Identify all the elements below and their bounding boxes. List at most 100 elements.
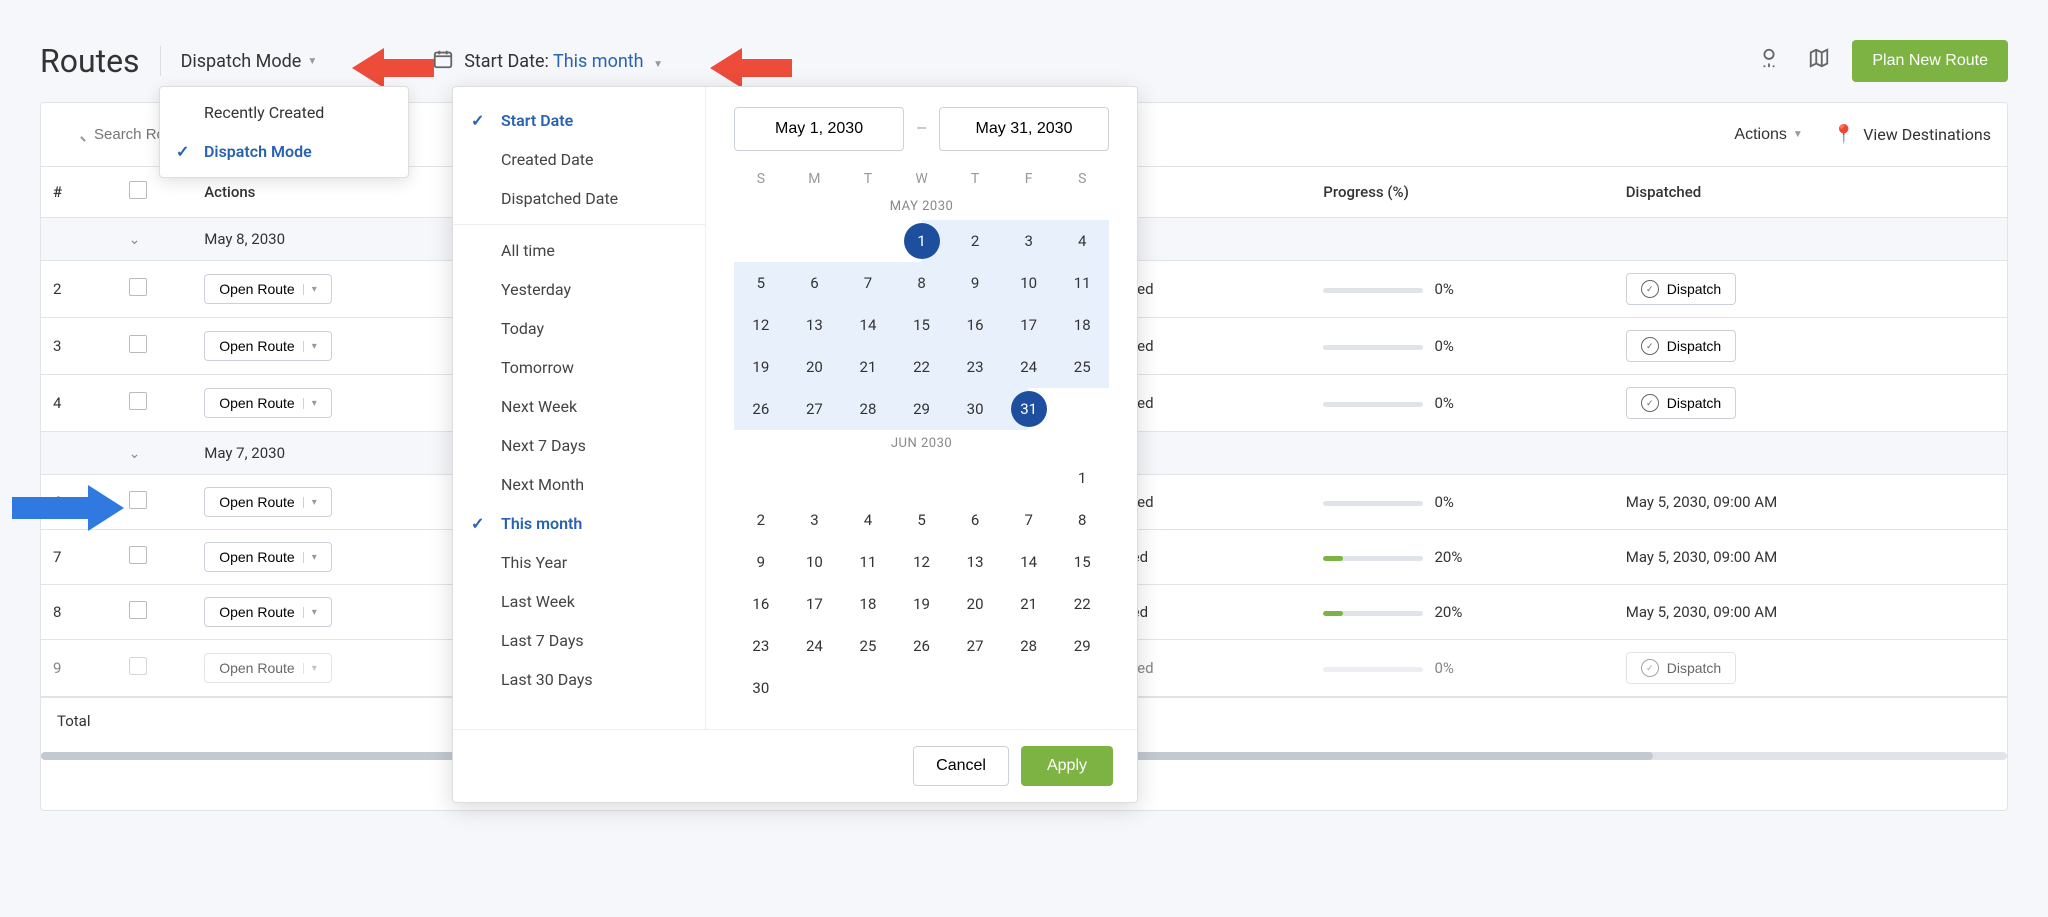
calendar-day[interactable]: 12 bbox=[895, 541, 949, 583]
calendar-day[interactable]: 16 bbox=[948, 304, 1002, 346]
calendar-day[interactable]: 9 bbox=[948, 262, 1002, 304]
calendar-day[interactable]: 24 bbox=[788, 625, 842, 667]
row-checkbox[interactable] bbox=[129, 601, 147, 619]
calendar-day[interactable]: 22 bbox=[1055, 583, 1109, 625]
calendar-day[interactable]: 14 bbox=[841, 304, 895, 346]
open-route-button[interactable]: Open Route bbox=[204, 274, 332, 304]
row-checkbox[interactable] bbox=[129, 657, 147, 675]
activity-icon[interactable] bbox=[1752, 41, 1786, 81]
calendar-day[interactable]: 31 bbox=[1002, 388, 1056, 430]
date-range-preset[interactable]: Last 30 Days bbox=[453, 660, 705, 699]
calendar-day[interactable]: 1 bbox=[895, 220, 949, 262]
open-route-button[interactable]: Open Route bbox=[204, 487, 332, 517]
calendar-day[interactable]: 25 bbox=[841, 625, 895, 667]
plan-new-route-button[interactable]: Plan New Route bbox=[1852, 40, 2008, 82]
dispatch-button[interactable]: Dispatch bbox=[1626, 330, 1736, 362]
calendar-day[interactable]: 27 bbox=[788, 388, 842, 430]
calendar-day[interactable]: 10 bbox=[1002, 262, 1056, 304]
calendar-day[interactable]: 3 bbox=[1002, 220, 1056, 262]
calendar-day[interactable]: 12 bbox=[734, 304, 788, 346]
row-checkbox[interactable] bbox=[129, 392, 147, 410]
calendar-day[interactable]: 4 bbox=[841, 499, 895, 541]
open-route-button[interactable]: Open Route bbox=[204, 388, 332, 418]
calendar-day[interactable]: 8 bbox=[895, 262, 949, 304]
view-destinations-link[interactable]: View Destinations bbox=[1833, 124, 1991, 145]
calendar-day[interactable]: 17 bbox=[788, 583, 842, 625]
calendar-day[interactable]: 16 bbox=[734, 583, 788, 625]
date-range-preset[interactable]: All time bbox=[453, 231, 705, 270]
calendar-day[interactable]: 30 bbox=[734, 667, 788, 709]
row-checkbox[interactable] bbox=[129, 491, 147, 509]
date-range-preset[interactable]: Next Week bbox=[453, 387, 705, 426]
date-from-input[interactable] bbox=[734, 107, 904, 151]
calendar-day[interactable]: 18 bbox=[841, 583, 895, 625]
open-route-button[interactable]: Open Route bbox=[204, 597, 332, 627]
calendar-day[interactable]: 28 bbox=[841, 388, 895, 430]
calendar-day[interactable]: 5 bbox=[734, 262, 788, 304]
date-type-preset[interactable]: Created Date bbox=[453, 140, 705, 179]
mode-dropdown-trigger[interactable]: Dispatch Mode ▼ bbox=[181, 51, 318, 72]
calendar-day[interactable]: 19 bbox=[734, 346, 788, 388]
calendar-day[interactable]: 2 bbox=[734, 499, 788, 541]
calendar-day[interactable]: 15 bbox=[895, 304, 949, 346]
select-all-checkbox[interactable] bbox=[129, 181, 147, 199]
calendar-day[interactable]: 10 bbox=[788, 541, 842, 583]
date-type-preset[interactable]: Start Date bbox=[453, 101, 705, 140]
calendar-day[interactable]: 23 bbox=[734, 625, 788, 667]
dispatch-button[interactable]: Dispatch bbox=[1626, 652, 1736, 684]
start-date-trigger[interactable]: Start Date: This month ▼ bbox=[464, 51, 663, 72]
dispatch-button[interactable]: Dispatch bbox=[1626, 387, 1736, 419]
calendar-day[interactable]: 23 bbox=[948, 346, 1002, 388]
mode-option[interactable]: Dispatch Mode bbox=[160, 132, 408, 171]
date-range-preset[interactable]: Today bbox=[453, 309, 705, 348]
date-range-preset[interactable]: Tomorrow bbox=[453, 348, 705, 387]
calendar-day[interactable]: 20 bbox=[948, 583, 1002, 625]
row-checkbox[interactable] bbox=[129, 546, 147, 564]
calendar-day[interactable]: 2 bbox=[948, 220, 1002, 262]
calendar-day[interactable]: 13 bbox=[948, 541, 1002, 583]
calendar-day[interactable]: 6 bbox=[788, 262, 842, 304]
calendar-day[interactable]: 5 bbox=[895, 499, 949, 541]
actions-dropdown[interactable]: Actions ▼ bbox=[1734, 126, 1802, 144]
map-icon[interactable] bbox=[1802, 41, 1836, 81]
calendar-day[interactable]: 4 bbox=[1055, 220, 1109, 262]
dispatch-button[interactable]: Dispatch bbox=[1626, 273, 1736, 305]
calendar-day[interactable]: 3 bbox=[788, 499, 842, 541]
expand-group-button[interactable]: ⌄ bbox=[129, 445, 141, 462]
calendar-day[interactable]: 11 bbox=[841, 541, 895, 583]
date-range-preset[interactable]: Next Month bbox=[453, 465, 705, 504]
calendar-day[interactable]: 27 bbox=[948, 625, 1002, 667]
date-to-input[interactable] bbox=[939, 107, 1109, 151]
calendar-day[interactable]: 1 bbox=[1055, 457, 1109, 499]
calendar-day[interactable]: 29 bbox=[1055, 625, 1109, 667]
open-route-button[interactable]: Open Route bbox=[204, 331, 332, 361]
calendar-day[interactable]: 26 bbox=[734, 388, 788, 430]
row-checkbox[interactable] bbox=[129, 278, 147, 296]
date-range-preset[interactable]: Last 7 Days bbox=[453, 621, 705, 660]
calendar-day[interactable]: 13 bbox=[788, 304, 842, 346]
calendar-day[interactable]: 21 bbox=[841, 346, 895, 388]
calendar-day[interactable]: 19 bbox=[895, 583, 949, 625]
calendar-day[interactable]: 14 bbox=[1002, 541, 1056, 583]
calendar-day[interactable]: 28 bbox=[1002, 625, 1056, 667]
apply-button[interactable]: Apply bbox=[1021, 746, 1113, 786]
date-range-preset[interactable]: Next 7 Days bbox=[453, 426, 705, 465]
date-range-preset[interactable]: This Year bbox=[453, 543, 705, 582]
calendar-day[interactable]: 21 bbox=[1002, 583, 1056, 625]
calendar-day[interactable]: 15 bbox=[1055, 541, 1109, 583]
date-type-preset[interactable]: Dispatched Date bbox=[453, 179, 705, 218]
cancel-button[interactable]: Cancel bbox=[913, 746, 1009, 786]
row-checkbox[interactable] bbox=[129, 335, 147, 353]
expand-group-button[interactable]: ⌄ bbox=[129, 231, 141, 248]
calendar-day[interactable]: 22 bbox=[895, 346, 949, 388]
calendar-day[interactable]: 20 bbox=[788, 346, 842, 388]
calendar-day[interactable]: 30 bbox=[948, 388, 1002, 430]
calendar-day[interactable]: 9 bbox=[734, 541, 788, 583]
calendar-day[interactable]: 17 bbox=[1002, 304, 1056, 346]
open-route-button[interactable]: Open Route bbox=[204, 542, 332, 572]
calendar-day[interactable]: 26 bbox=[895, 625, 949, 667]
calendar-day[interactable]: 7 bbox=[841, 262, 895, 304]
calendar-day[interactable]: 6 bbox=[948, 499, 1002, 541]
calendar-day[interactable]: 25 bbox=[1055, 346, 1109, 388]
calendar-day[interactable]: 29 bbox=[895, 388, 949, 430]
